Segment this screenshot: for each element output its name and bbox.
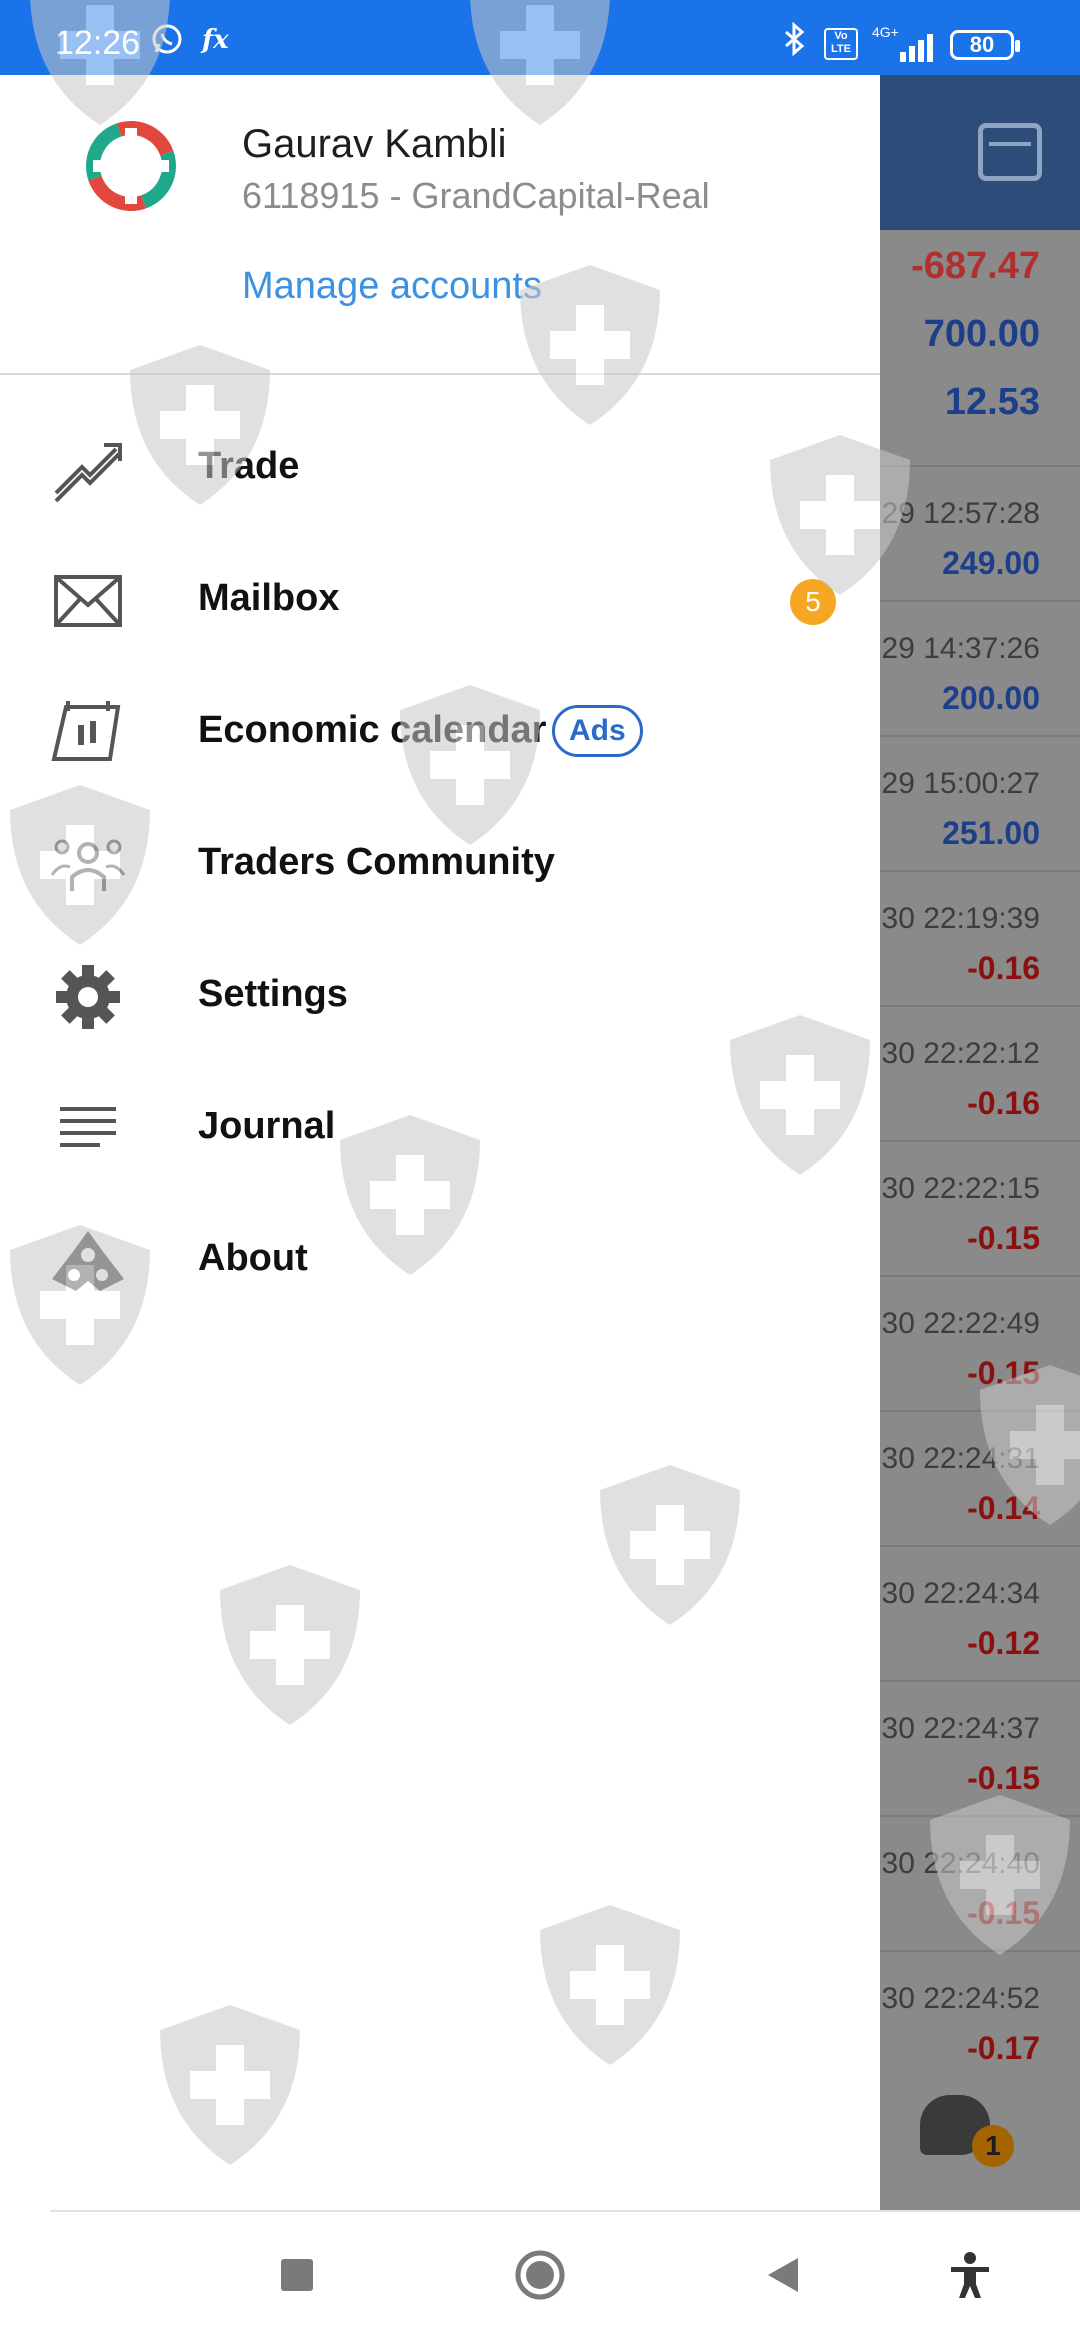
deal-time: .30 22:22:15	[880, 1172, 1040, 1205]
deal-time: .30 22:22:49	[880, 1307, 1040, 1340]
community-icon	[50, 839, 126, 891]
volte-label: Vo LTE	[831, 30, 851, 55]
deal-time: .30 22:22:12	[880, 1037, 1040, 1070]
menu-item-trade[interactable]: Trade	[0, 407, 880, 527]
broker-logo-icon	[86, 121, 176, 211]
accessibility-icon[interactable]	[945, 2250, 995, 2300]
deal-row[interactable]: .30 22:24:31 -0.14	[880, 1410, 1080, 1545]
svg-text:fx: fx	[200, 25, 229, 55]
fx-app-icon: fx	[200, 25, 229, 55]
deal-value: 200.00	[942, 680, 1040, 716]
divider	[50, 2210, 1080, 2212]
deal-row[interactable]: .29 14:37:26 200.00	[880, 600, 1080, 735]
back-button[interactable]	[758, 2250, 808, 2300]
clock: 12:26	[55, 24, 141, 62]
manage-accounts-link[interactable]: Manage accounts	[242, 265, 542, 308]
deal-row[interactable]: .30 22:19:39 -0.16	[880, 870, 1080, 1005]
summary-deposit: 700.00	[924, 313, 1040, 356]
deal-row[interactable]: .30 22:24:37 -0.15	[880, 1680, 1080, 1815]
menu-item-settings[interactable]: Settings	[0, 935, 880, 1055]
trade-chart-icon	[54, 443, 122, 503]
whatsapp-icon	[152, 24, 182, 54]
deal-row[interactable]: .29 12:57:28 249.00	[880, 465, 1080, 600]
signal-icon	[900, 28, 940, 62]
deal-time: .30 22:24:34	[880, 1577, 1040, 1610]
deal-row[interactable]: .30 22:22:15 -0.15	[880, 1140, 1080, 1275]
calendar-icon	[51, 701, 121, 761]
deal-row[interactable]: .29 15:00:27 251.00	[880, 735, 1080, 870]
deal-time: .29 15:00:27	[880, 767, 1040, 800]
envelope-icon	[54, 575, 122, 627]
deal-value: -0.16	[967, 1085, 1040, 1121]
deal-row[interactable]: .30 22:22:49 -0.15	[880, 1275, 1080, 1410]
battery-level: 80	[969, 32, 995, 57]
deal-row[interactable]: .30 22:24:40 -0.15	[880, 1815, 1080, 1950]
menu-item-journal[interactable]: Journal	[0, 1067, 880, 1187]
user-name: Gaurav Kambli	[242, 122, 507, 166]
chat-badge: 1	[972, 2125, 1014, 2167]
divider	[0, 373, 880, 375]
deal-value: -0.15	[967, 1220, 1040, 1256]
deal-value: -0.17	[967, 2030, 1040, 2066]
deal-time: .30 22:24:52	[880, 1982, 1040, 2015]
ads-badge: Ads	[552, 705, 643, 757]
bluetooth-icon	[785, 22, 805, 56]
gear-icon	[56, 965, 120, 1029]
deal-time: .30 22:24:31	[880, 1442, 1040, 1475]
deal-value: -0.15	[967, 1895, 1040, 1931]
deal-value: -0.15	[967, 1760, 1040, 1796]
status-bar: 12:26 fx Vo LTE 4G+ 80	[0, 0, 1080, 75]
menu-label: Traders Community	[198, 841, 555, 883]
deal-value: -0.12	[967, 1625, 1040, 1661]
menu-item-traders-community[interactable]: Traders Community	[0, 803, 880, 923]
deal-time: .30 22:24:40	[880, 1847, 1040, 1880]
summary-value: 700.00	[923, 313, 1040, 355]
network-type: 4G+	[872, 24, 899, 40]
deal-value: 251.00	[942, 815, 1040, 851]
menu-label: Trade	[198, 445, 300, 487]
volte-icon: Vo LTE	[824, 28, 858, 60]
deal-row[interactable]: .30 22:22:12 -0.16	[880, 1005, 1080, 1140]
recents-button[interactable]	[272, 2250, 322, 2300]
deal-value: -0.16	[967, 950, 1040, 986]
system-nav-bar	[0, 2210, 1080, 2340]
about-logo-icon	[52, 1231, 124, 1291]
menu-label: Settings	[198, 973, 348, 1015]
menu-item-about[interactable]: About	[0, 1199, 880, 1319]
summary-balance: 12.53	[945, 381, 1040, 424]
deal-row[interactable]: .30 22:24:34 -0.12	[880, 1545, 1080, 1680]
summary-value: -687.47	[911, 245, 1040, 287]
background-header	[880, 75, 1080, 230]
battery-icon: 80	[950, 30, 1020, 60]
deal-value: -0.15	[967, 1355, 1040, 1391]
home-button[interactable]	[515, 2250, 565, 2300]
journal-lines-icon	[60, 1107, 116, 1147]
deal-value: 249.00	[942, 545, 1040, 581]
mailbox-count-badge: 5	[790, 579, 836, 625]
menu-label: Mailbox	[198, 577, 340, 619]
deal-time: .30 22:24:37	[880, 1712, 1040, 1745]
deal-time: .30 22:19:39	[880, 902, 1040, 935]
background-app-scrim[interactable]: -687.47 700.00 12.53 .29 12:57:28 249.00.…	[880, 75, 1080, 2210]
calendar-icon	[978, 123, 1042, 181]
menu-label: Economic calendar	[198, 709, 547, 751]
menu-label: Journal	[198, 1105, 336, 1147]
menu-item-economic-calendar[interactable]: Economic calendar Ads	[0, 671, 880, 791]
deal-time: .29 14:37:26	[880, 632, 1040, 665]
deal-time: .29 12:57:28	[880, 497, 1040, 530]
navigation-drawer: Gaurav Kambli 6118915 - GrandCapital-Rea…	[0, 75, 880, 2210]
account-id: 6118915 - GrandCapital-Real	[242, 175, 710, 216]
deal-value: -0.14	[967, 1490, 1040, 1526]
summary-value: 12.53	[944, 381, 1040, 423]
menu-item-mailbox[interactable]: Mailbox 5	[0, 539, 880, 659]
menu-label: About	[198, 1237, 308, 1279]
summary-profit: -687.47	[911, 245, 1040, 288]
deal-row[interactable]: .30 22:24:52 -0.17	[880, 1950, 1080, 2085]
